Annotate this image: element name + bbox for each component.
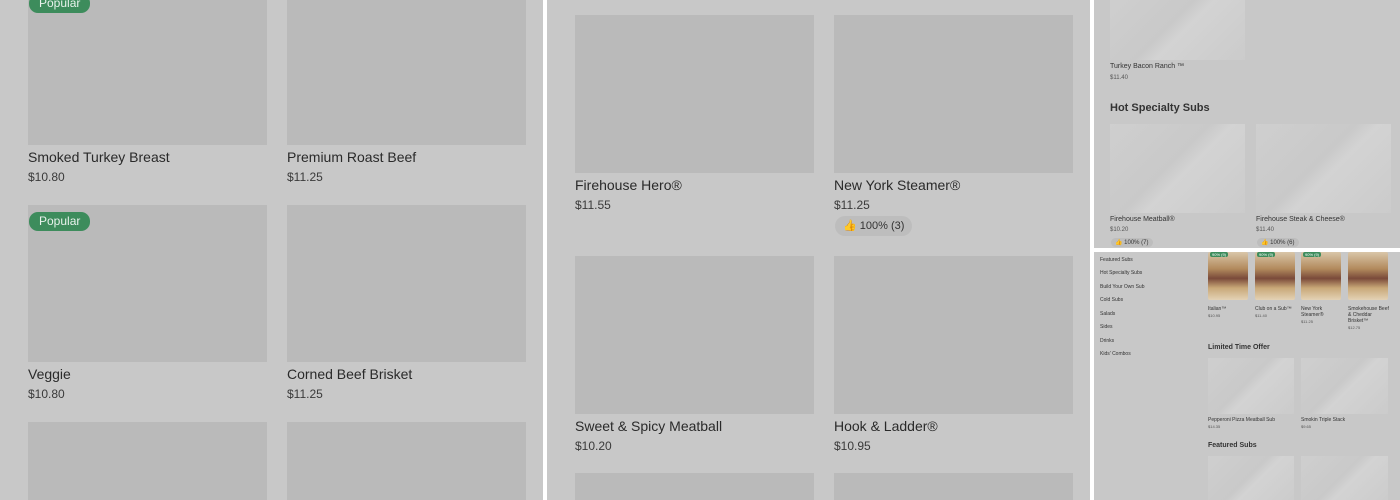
product-image[interactable]: [575, 256, 814, 414]
rating-badge: 👍 100% (6): [1257, 238, 1299, 247]
product-price: $11.25: [1301, 319, 1313, 324]
product-price: $11.40: [1256, 227, 1274, 233]
product-price: $11.40: [1255, 313, 1267, 318]
product-name[interactable]: Italian™: [1208, 306, 1248, 312]
product-name[interactable]: Hook & Ladder®: [834, 418, 938, 434]
product-image[interactable]: [1301, 252, 1341, 300]
section-title: Hot Specialty Subs: [1110, 102, 1210, 114]
product-image[interactable]: [287, 0, 526, 145]
rating-badge: 90% (9): [1257, 252, 1276, 257]
thumbs-up-icon: 👍: [843, 220, 857, 232]
menu-panel-4: Featured Subs Hot Specialty Subs Build Y…: [1094, 252, 1400, 500]
product-name[interactable]: Smoked Turkey Breast: [28, 149, 170, 165]
nav-item-build-your-own-sub[interactable]: Build Your Own Sub: [1100, 284, 1144, 290]
product-name[interactable]: Corned Beef Brisket: [287, 366, 412, 382]
product-image[interactable]: [834, 256, 1073, 414]
product-price: $10.95: [1208, 313, 1221, 318]
nav-item-drinks[interactable]: Drinks: [1100, 338, 1114, 344]
product-price: $10.80: [28, 387, 65, 401]
menu-panel-2: Firehouse Hero® $11.55 New York Steamer®…: [547, 0, 1090, 500]
product-name[interactable]: New York Steamer®: [1301, 306, 1341, 318]
product-image[interactable]: [1256, 124, 1391, 213]
nav-item-salads[interactable]: Salads: [1100, 311, 1115, 317]
product-price: $10.80: [28, 170, 65, 184]
product-image[interactable]: [1301, 456, 1388, 500]
product-name[interactable]: Smokin Triple Stack: [1301, 417, 1388, 423]
product-image[interactable]: [1348, 252, 1388, 300]
product-price: $10.20: [1110, 227, 1129, 233]
popular-badge: Popular: [29, 0, 91, 13]
rating-badge: 👍 100% (7): [1111, 238, 1153, 247]
product-price: $12.75: [1348, 325, 1361, 330]
product-name[interactable]: Firehouse Hero®: [575, 177, 682, 193]
popular-badge: Popular: [29, 212, 91, 231]
product-image[interactable]: [834, 15, 1073, 173]
product-image[interactable]: [1208, 358, 1294, 414]
product-image[interactable]: [575, 473, 814, 500]
nav-item-sides[interactable]: Sides: [1100, 324, 1113, 330]
rating-badge: 90% (9): [1210, 252, 1229, 257]
product-price: $11.25: [834, 198, 870, 212]
product-image[interactable]: [1110, 124, 1245, 213]
product-name[interactable]: Sweet & Spicy Meatball: [575, 418, 722, 434]
product-image[interactable]: [287, 205, 526, 362]
section-title: Featured Subs: [1208, 442, 1257, 449]
rating-text: 100% (7): [1124, 240, 1149, 246]
nav-item-featured-subs[interactable]: Featured Subs: [1100, 257, 1133, 263]
rating-text: 100% (6): [1270, 240, 1295, 246]
product-name[interactable]: Club on a Sub™: [1255, 306, 1295, 312]
product-image[interactable]: [834, 473, 1073, 500]
product-image[interactable]: [1110, 0, 1245, 60]
menu-panel-3: Turkey Bacon Ranch ™ $11.40 Hot Specialt…: [1094, 0, 1400, 248]
section-title: Limited Time Offer: [1208, 344, 1270, 351]
nav-item-cold-subs[interactable]: Cold Subs: [1100, 297, 1123, 303]
product-price: $10.20: [575, 439, 612, 453]
product-name[interactable]: Veggie: [28, 366, 71, 382]
product-price: $11.55: [575, 198, 611, 212]
thumbs-up-icon: 👍: [1261, 240, 1269, 246]
product-image[interactable]: [1208, 456, 1294, 500]
rating-badge: 90% (9): [1303, 252, 1322, 257]
product-image[interactable]: [1255, 252, 1295, 300]
product-image[interactable]: [287, 422, 526, 500]
product-image[interactable]: [575, 15, 814, 173]
product-name[interactable]: Pepperoni Pizza Meatball Sub: [1208, 417, 1294, 423]
menu-panel-1: Popular Smoked Turkey Breast $10.80 Prem…: [0, 0, 543, 500]
product-price: $11.25: [287, 387, 323, 401]
product-image[interactable]: [28, 422, 267, 500]
thumbs-up-icon: 👍: [1115, 240, 1123, 246]
product-price: $11.40: [1110, 75, 1128, 81]
product-price: $10.95: [834, 439, 871, 453]
rating-text: 100% (3): [859, 220, 905, 232]
product-image[interactable]: [28, 0, 267, 145]
nav-item-hot-specialty-subs[interactable]: Hot Specialty Subs: [1100, 270, 1142, 276]
product-image[interactable]: [1208, 252, 1248, 300]
product-name[interactable]: Turkey Bacon Ranch ™: [1110, 63, 1184, 70]
product-price: $14.35: [1208, 424, 1221, 429]
product-price: $9.65: [1301, 424, 1312, 429]
product-name[interactable]: New York Steamer®: [834, 177, 960, 193]
product-name[interactable]: Smokehouse Beef & Cheddar Brisket™: [1348, 306, 1390, 324]
nav-item-kids-combos[interactable]: Kids' Combos: [1100, 351, 1131, 357]
product-name[interactable]: Premium Roast Beef: [287, 149, 416, 165]
product-name[interactable]: Firehouse Steak & Cheese®: [1256, 216, 1345, 223]
product-name[interactable]: Firehouse Meatball®: [1110, 216, 1175, 223]
product-price: $11.25: [287, 170, 323, 184]
product-image[interactable]: [1301, 358, 1388, 414]
rating-badge: 👍 100% (3): [835, 216, 913, 236]
